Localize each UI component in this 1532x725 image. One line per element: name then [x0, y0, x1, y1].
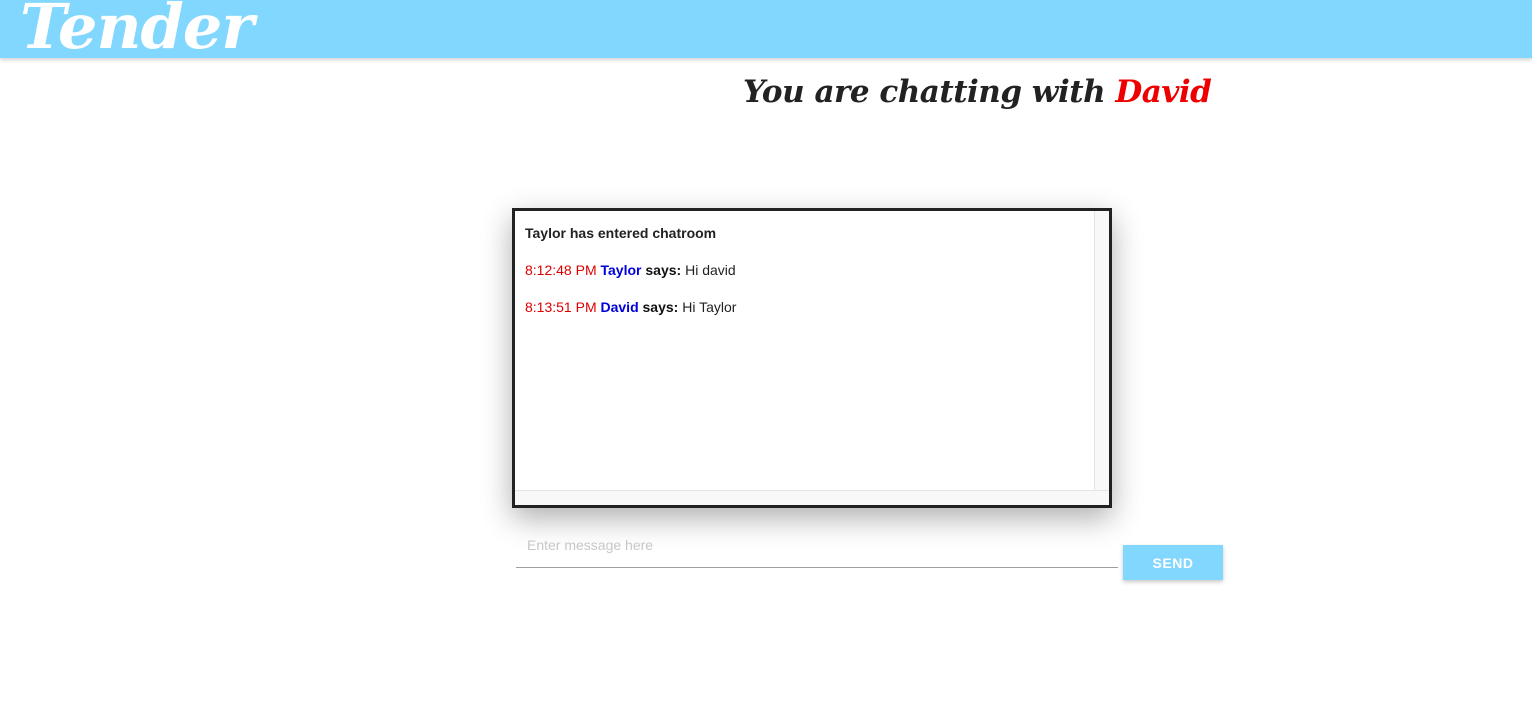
message-time: 8:13:51 PM: [525, 299, 597, 315]
message-input-row: [516, 530, 1118, 568]
horizontal-scrollbar[interactable]: [515, 490, 1109, 505]
message-says-label: says:: [642, 299, 679, 315]
top-navbar: Tender: [0, 0, 1532, 63]
brand-logo[interactable]: Tender: [20, 0, 254, 66]
send-button[interactable]: SEND: [1123, 545, 1223, 580]
message-text: Hi Taylor: [682, 299, 737, 315]
system-message: Taylor has entered chatroom: [525, 225, 717, 241]
message-says-label: says:: [645, 262, 682, 278]
chat-window[interactable]: Taylor has entered chatroom 8:12:48 PM T…: [512, 208, 1112, 508]
vertical-scrollbar[interactable]: [1094, 211, 1109, 491]
chat-message: 8:12:48 PM Taylor says: Hi david: [525, 262, 1085, 278]
partner-name: David: [1115, 74, 1212, 110]
message-sender: Taylor: [600, 262, 642, 278]
chat-message: 8:13:51 PM David says: Hi Taylor: [525, 299, 1085, 315]
message-input[interactable]: [516, 530, 1117, 560]
message-list: Taylor has entered chatroom 8:12:48 PM T…: [525, 225, 1085, 336]
page-title: You are chatting with David: [743, 74, 1212, 110]
message-time: 8:12:48 PM: [525, 262, 597, 278]
message-text: Hi david: [685, 262, 736, 278]
message-sender: David: [600, 299, 639, 315]
page-title-prefix: You are chatting with: [743, 74, 1116, 110]
